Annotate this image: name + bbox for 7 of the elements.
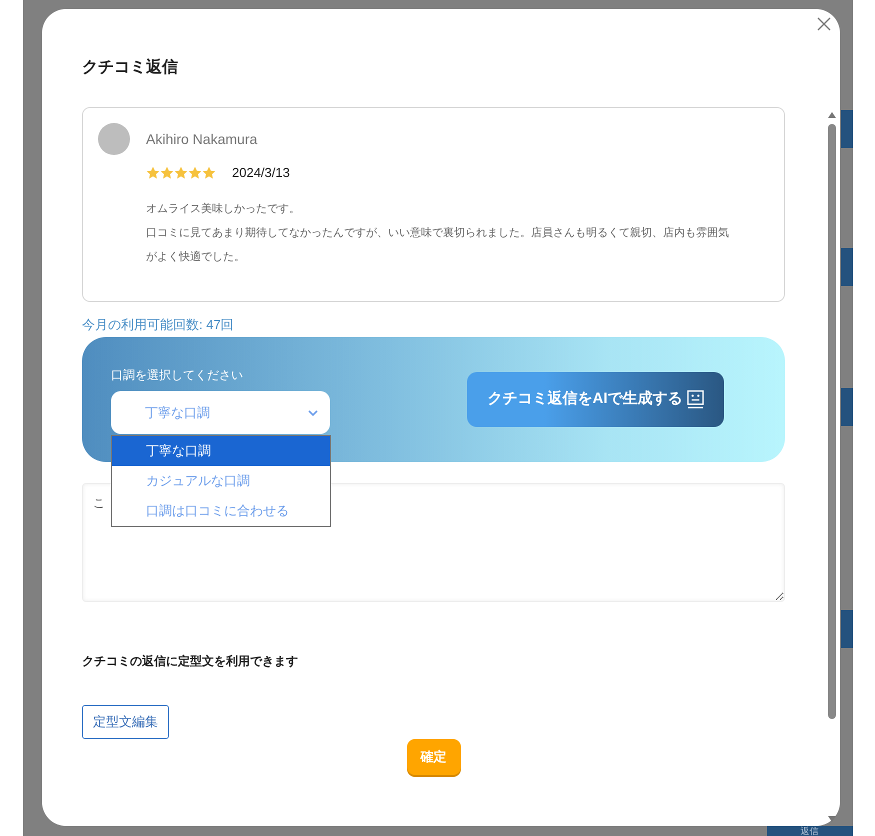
template-note: クチコミの返信に定型文を利用できます (82, 653, 299, 669)
review-text: オムライス美味しかったです。 口コミに見てあまり期待してなかったんですが、いい意味で裏切られました。店員さんも明るくて親切、店内も雰囲気 がよく快適でした。 (146, 202, 730, 264)
review-date: 2024/3/13 (232, 164, 290, 182)
dialog-title: クチコミ返信 (82, 57, 179, 78)
tone-label: 口調を選択してください (111, 367, 244, 383)
usage-count: 今月の利用可能回数: 47回 (82, 316, 235, 334)
reviewer-name: Akihiro Nakamura (146, 130, 258, 148)
